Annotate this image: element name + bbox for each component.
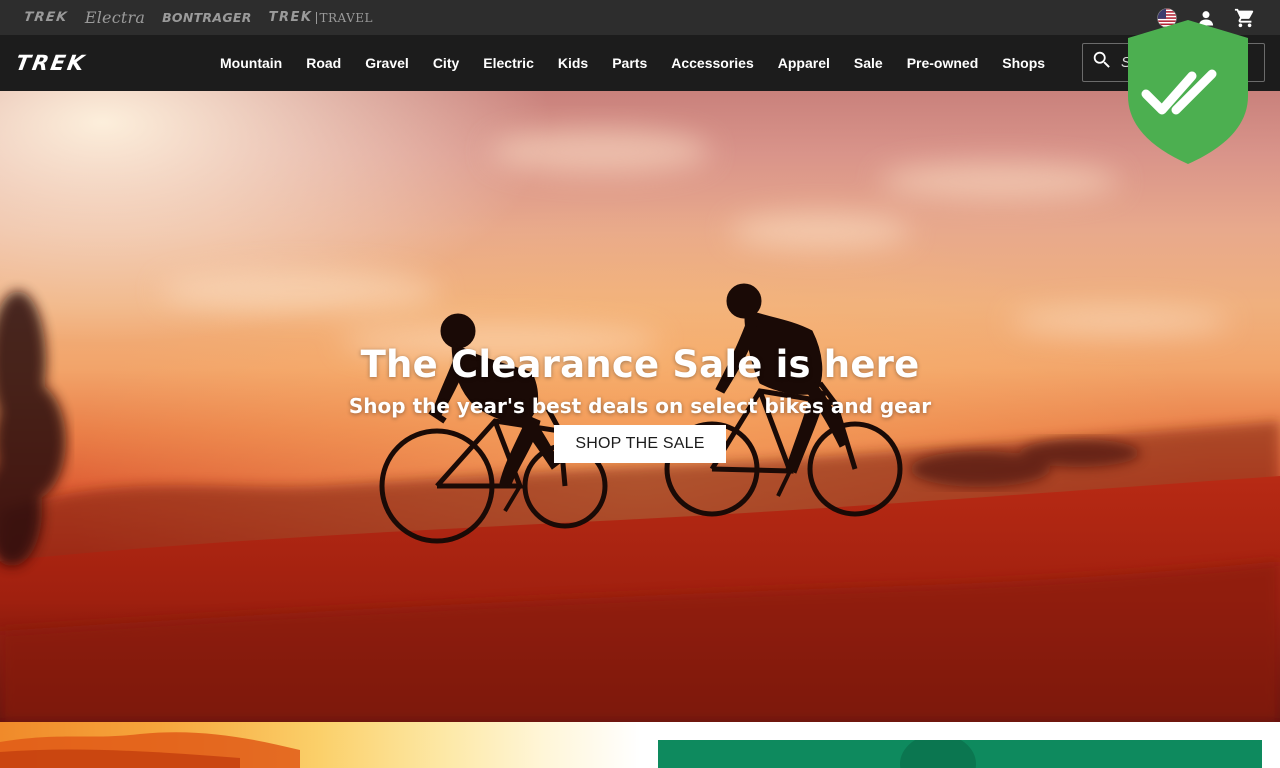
trek-logo[interactable]: TREK (14, 51, 88, 75)
security-shield-badge[interactable] (1124, 18, 1252, 166)
nav-item-kids[interactable]: Kids (546, 35, 600, 91)
nav-item-parts[interactable]: Parts (600, 35, 659, 91)
trek-travel-trek-label: TREK (268, 10, 313, 25)
brand-link-bontrager[interactable]: BONTRAGER (162, 10, 252, 25)
search-icon[interactable] (1091, 49, 1113, 76)
promo-tile-right-image (658, 734, 1262, 768)
nav-item-shops[interactable]: Shops (990, 35, 1057, 91)
brand-link-electra[interactable]: Electra (85, 8, 145, 27)
trek-travel-divider (315, 11, 317, 24)
promo-tile-left-image (0, 732, 300, 768)
shop-the-sale-button[interactable]: SHOP THE SALE (554, 425, 726, 463)
nav-item-gravel[interactable]: Gravel (353, 35, 421, 91)
nav-item-accessories[interactable]: Accessories (659, 35, 766, 91)
trek-travel-travel-label: TRAVEL (319, 10, 374, 25)
hero-content: The Clearance Sale is here Shop the year… (0, 341, 1280, 463)
hero-title: The Clearance Sale is here (360, 343, 920, 386)
utility-bar: TREK Electra BONTRAGER TREK TRAVEL (0, 0, 1280, 35)
hero-banner[interactable]: The Clearance Sale is here Shop the year… (0, 91, 1280, 722)
hero-subtitle: Shop the year's best deals on select bik… (348, 394, 932, 418)
nav-item-electric[interactable]: Electric (471, 35, 546, 91)
nav-items: Mountain Road Gravel City Electric Kids … (208, 35, 1057, 91)
promo-tile-right[interactable] (640, 722, 1280, 768)
nav-item-sale[interactable]: Sale (842, 35, 895, 91)
promo-tile-left[interactable] (0, 722, 640, 768)
main-nav: TREK Mountain Road Gravel City Electric … (0, 35, 1280, 91)
nav-item-mountain[interactable]: Mountain (208, 35, 294, 91)
nav-item-apparel[interactable]: Apparel (766, 35, 842, 91)
brand-link-trek[interactable]: TREK (23, 10, 69, 25)
nav-item-city[interactable]: City (421, 35, 471, 91)
brand-link-trek-travel[interactable]: TREK TRAVEL (269, 10, 373, 25)
shield-check-icon (1128, 20, 1248, 164)
nav-item-road[interactable]: Road (294, 35, 353, 91)
nav-item-pre-owned[interactable]: Pre-owned (895, 35, 991, 91)
brand-links: TREK Electra BONTRAGER TREK TRAVEL (0, 0, 390, 35)
